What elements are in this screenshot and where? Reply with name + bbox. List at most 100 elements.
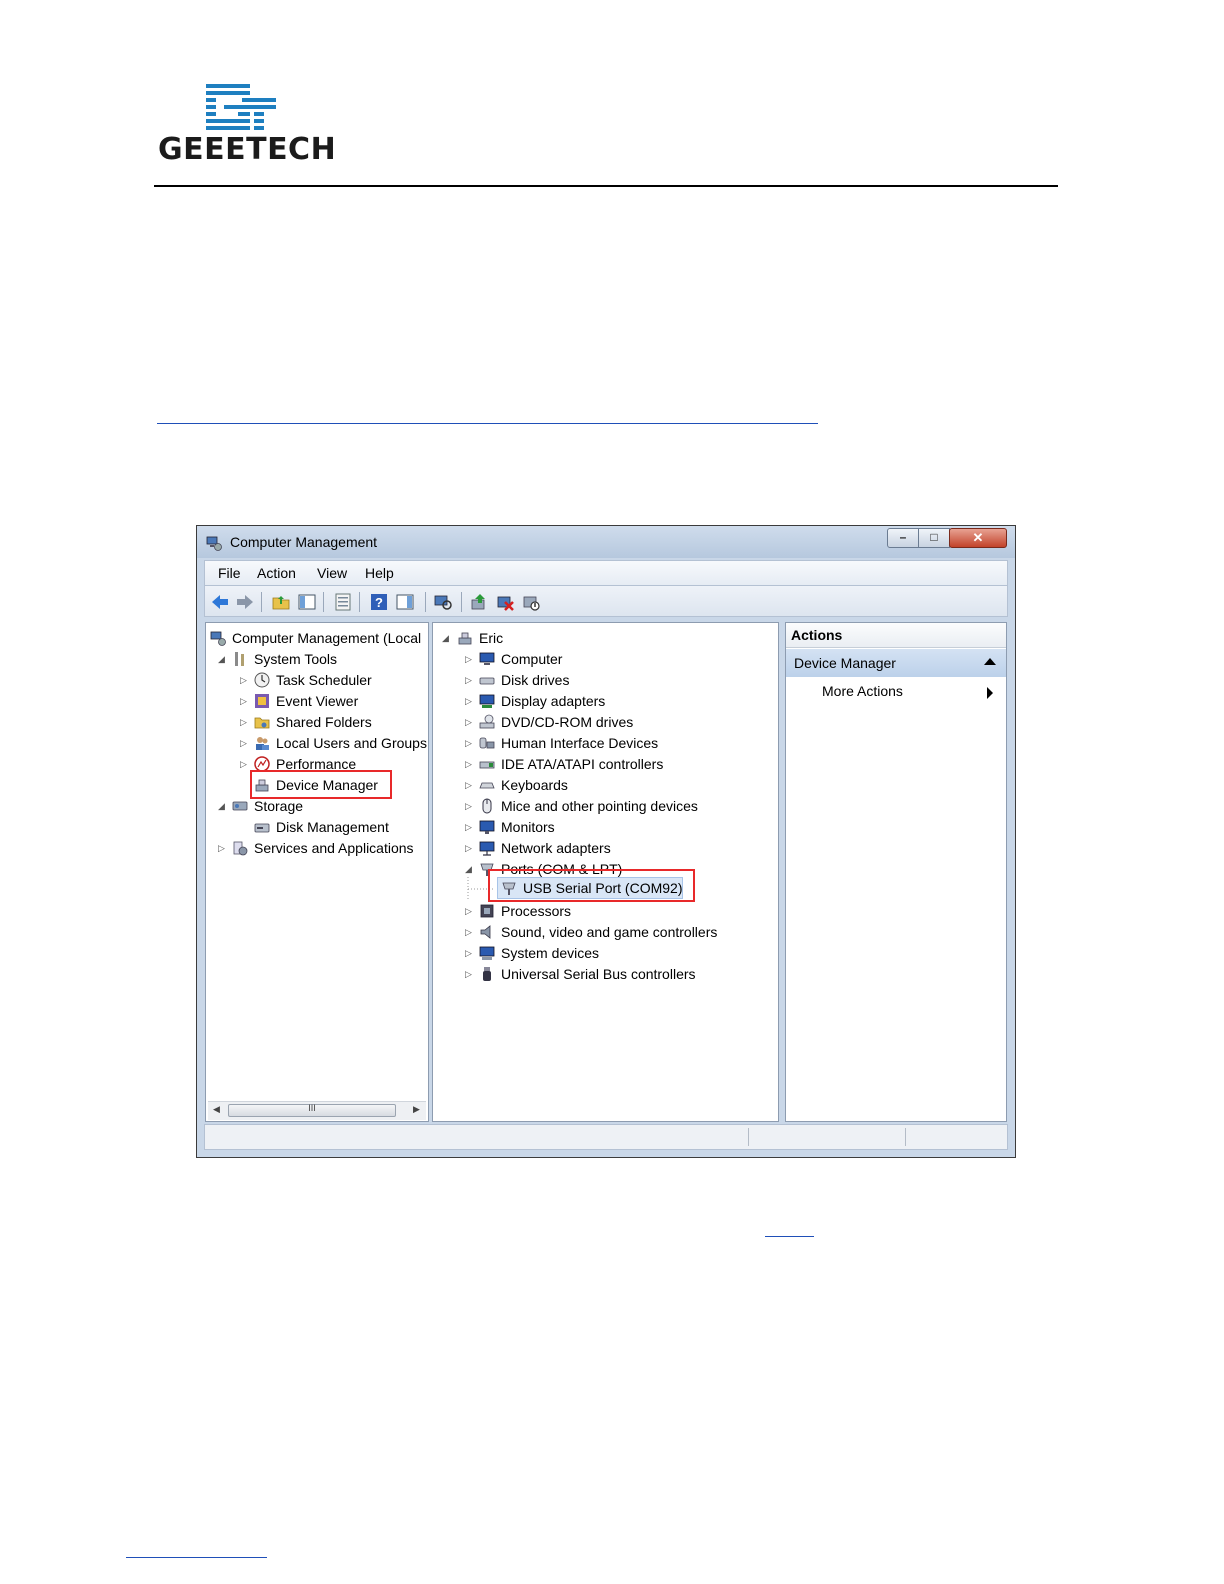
mouse-icon (482, 798, 492, 814)
expanded-arrow-icon[interactable]: ◢ (442, 629, 449, 647)
collapsed-arrow-icon[interactable]: ▷ (465, 797, 472, 815)
computer-management-window: Computer Management – □ ✕ File Action Vi… (196, 525, 1016, 1158)
tree-label: Eric (479, 630, 504, 646)
storage-icon (232, 801, 248, 811)
properties-icon[interactable] (333, 592, 353, 612)
menu-bar: File Action View Help (204, 560, 1008, 586)
horizontal-scrollbar[interactable]: ◀ III ▶ (208, 1101, 426, 1120)
minimize-button[interactable]: – (887, 528, 919, 548)
show-hide-tree-icon[interactable] (297, 592, 317, 612)
window-title: Computer Management (230, 534, 378, 550)
update-driver-icon[interactable] (469, 592, 489, 612)
collapsed-arrow-icon[interactable]: ▷ (465, 965, 472, 983)
services-icon (233, 841, 248, 856)
tree-label: Local Users and Groups (276, 735, 427, 751)
minimize-icon: – (899, 530, 907, 544)
tree-label: Mice and other pointing devices (501, 798, 698, 814)
menu-help[interactable]: Help (365, 565, 394, 581)
expanded-arrow-icon[interactable]: ◢ (218, 650, 225, 668)
actions-header-label: Actions (791, 627, 843, 643)
submenu-arrow-icon (987, 687, 993, 699)
users-icon (256, 737, 269, 750)
scan-hardware-icon[interactable] (433, 592, 453, 612)
expanded-arrow-icon[interactable]: ◢ (218, 797, 225, 815)
toolbar-separator (461, 592, 462, 612)
tree-label: Monitors (501, 819, 555, 835)
tree-label: Computer Management (Local (232, 630, 422, 646)
status-divider (748, 1128, 749, 1146)
tree-label: IDE ATA/ATAPI controllers (501, 756, 664, 772)
scrollbar-thumb[interactable]: III (228, 1103, 396, 1117)
maximize-button[interactable]: □ (918, 528, 950, 548)
disk-drive-icon (479, 677, 495, 685)
system-devices-icon (479, 946, 495, 960)
computer-management-icon (206, 536, 222, 551)
tree-label: System Tools (254, 651, 337, 667)
title-bar[interactable]: Computer Management – □ ✕ (197, 526, 1015, 558)
scroll-left-icon[interactable]: ◀ (213, 1104, 220, 1115)
maximize-icon: □ (930, 530, 938, 544)
disable-device-icon[interactable] (521, 592, 541, 612)
more-actions-item[interactable]: More Actions (822, 683, 903, 699)
collapsed-arrow-icon[interactable]: ▷ (465, 734, 472, 752)
close-icon: ✕ (972, 530, 984, 545)
svg-text:?: ? (375, 595, 383, 610)
tree-label: Keyboards (501, 777, 568, 793)
toolbar-separator (359, 592, 360, 612)
menu-action[interactable]: Action (257, 565, 296, 581)
collapsed-arrow-icon[interactable]: ▷ (465, 776, 472, 794)
back-icon[interactable] (210, 592, 230, 612)
collapsed-arrow-icon[interactable]: ▷ (465, 944, 472, 962)
tree-label: Disk Management (276, 819, 389, 835)
up-folder-icon[interactable] (271, 592, 291, 612)
forward-icon[interactable] (235, 592, 255, 612)
tree-label: System devices (501, 945, 600, 961)
tree-label: Storage (254, 798, 304, 814)
display-adapter-icon (479, 694, 495, 708)
actions-header: Actions (786, 623, 1006, 648)
help-icon[interactable]: ? (369, 592, 389, 612)
expanded-arrow-icon[interactable]: ◢ (465, 860, 472, 878)
geeetech-logo: GEEETECH (158, 80, 336, 170)
tree-label: Universal Serial Bus controllers (501, 966, 696, 982)
collapsed-arrow-icon[interactable]: ▷ (465, 713, 472, 731)
collapsed-arrow-icon[interactable]: ▷ (465, 650, 472, 668)
hyperlink-underline-short[interactable] (765, 1236, 814, 1237)
collapsed-arrow-icon[interactable]: ▷ (465, 839, 472, 857)
collapsed-arrow-icon[interactable]: ▷ (465, 755, 472, 773)
scroll-right-icon[interactable]: ▶ (413, 1104, 420, 1115)
processor-icon (480, 904, 494, 918)
actions-section-device-manager[interactable]: Device Manager (786, 649, 1006, 677)
toolbar: ? (204, 586, 1008, 617)
tree-label: Event Viewer (276, 693, 359, 709)
collapsed-arrow-icon[interactable]: ▷ (465, 923, 472, 941)
hyperlink-underline[interactable] (157, 423, 818, 424)
network-adapter-icon (479, 841, 495, 856)
collapsed-arrow-icon[interactable]: ▷ (465, 902, 472, 920)
hid-icon (479, 737, 495, 749)
tree-label: Services and Applications (254, 840, 414, 856)
collapsed-arrow-icon[interactable]: ▷ (240, 692, 247, 710)
tree-label: DVD/CD-ROM drives (501, 714, 634, 730)
collapsed-arrow-icon[interactable]: ▷ (240, 755, 247, 773)
collapsed-arrow-icon[interactable]: ▷ (465, 692, 472, 710)
close-button[interactable]: ✕ (949, 528, 1007, 548)
tree-label: Task Scheduler (276, 672, 372, 688)
collapsed-arrow-icon[interactable]: ▷ (465, 671, 472, 689)
computer-management-icon (210, 631, 226, 646)
console-tree-pane: Computer Management (Local ◢ System Tool… (205, 622, 429, 1122)
show-hide-action-pane-icon[interactable] (395, 592, 415, 612)
gt-emblem-icon (206, 84, 276, 130)
collapsed-arrow-icon[interactable]: ▷ (240, 713, 247, 731)
uninstall-device-icon[interactable] (495, 592, 515, 612)
toolbar-separator (425, 592, 426, 612)
footer-hyperlink-underline[interactable] (126, 1557, 267, 1558)
collapsed-arrow-icon[interactable]: ▷ (240, 671, 247, 689)
collapsed-arrow-icon[interactable]: ▷ (240, 734, 247, 752)
menu-file[interactable]: File (218, 565, 241, 581)
actions-section-label: Device Manager (794, 655, 896, 671)
menu-view[interactable]: View (317, 565, 347, 581)
collapse-up-icon[interactable] (984, 658, 996, 665)
collapsed-arrow-icon[interactable]: ▷ (218, 839, 225, 857)
collapsed-arrow-icon[interactable]: ▷ (465, 818, 472, 836)
